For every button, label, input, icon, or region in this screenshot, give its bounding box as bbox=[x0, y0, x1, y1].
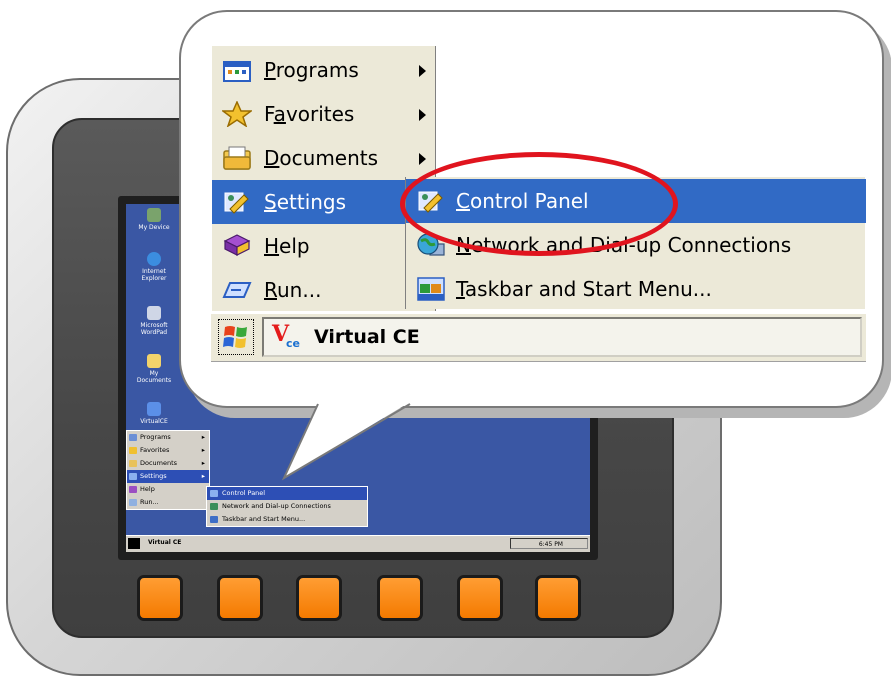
mini-menu-programs[interactable]: Programs ▸ bbox=[127, 431, 209, 444]
mini-start-button[interactable] bbox=[128, 538, 140, 549]
start-menu-item-documents[interactable]: Documents bbox=[212, 136, 436, 180]
desktop-icon-internet-explorer[interactable]: Internet Explorer bbox=[132, 252, 176, 282]
desktop-icon-wordpad[interactable]: Microsoft WordPad bbox=[132, 306, 176, 336]
mini-menu-help[interactable]: Help bbox=[127, 483, 209, 496]
start-menu-item-programs[interactable]: Programs bbox=[212, 48, 436, 92]
programs-icon bbox=[129, 434, 137, 441]
run-icon bbox=[129, 499, 137, 506]
mini-submenu-control-panel[interactable]: Control Panel bbox=[207, 487, 367, 500]
taskbar: V ce Virtual CE bbox=[211, 312, 866, 362]
hardware-button-3[interactable] bbox=[296, 575, 342, 621]
mini-submenu-taskbar[interactable]: Taskbar and Start Menu... bbox=[207, 513, 367, 526]
submenu-arrow-icon: ▸ bbox=[201, 433, 205, 441]
submenu-arrow-icon bbox=[419, 153, 426, 165]
network-globe-icon bbox=[210, 503, 218, 510]
help-book-icon bbox=[223, 234, 251, 256]
my-documents-icon bbox=[147, 354, 161, 368]
submenu-arrow-icon: ▸ bbox=[201, 446, 205, 454]
virtualce-icon bbox=[147, 402, 161, 416]
start-button[interactable] bbox=[218, 319, 254, 355]
hardware-button-6[interactable] bbox=[535, 575, 581, 621]
mini-system-tray: 6:45 PM bbox=[510, 538, 588, 549]
desktop-icon-my-device[interactable]: My Device bbox=[132, 208, 176, 231]
mini-menu-run[interactable]: Run... bbox=[127, 496, 209, 509]
mini-clock: 6:45 PM bbox=[538, 541, 563, 548]
mini-start-menu: Programs ▸ Favorites ▸ Documents ▸ Settings… bbox=[126, 430, 210, 510]
windows-flag-icon bbox=[223, 326, 247, 348]
taskbar-icon bbox=[210, 516, 218, 523]
favorites-star-icon bbox=[222, 101, 252, 127]
documents-icon bbox=[129, 460, 137, 467]
submenu-item-taskbar-start-menu[interactable]: Taskbar and Start Menu... bbox=[406, 267, 866, 311]
desktop-icon-virtualce[interactable]: VirtualCE bbox=[132, 402, 176, 425]
hardware-button-2[interactable] bbox=[217, 575, 263, 621]
settings-icon bbox=[129, 473, 137, 480]
wordpad-icon bbox=[147, 306, 161, 320]
taskbar-app-button[interactable]: V ce Virtual CE bbox=[262, 317, 862, 357]
programs-icon bbox=[223, 61, 251, 82]
hardware-button-1[interactable] bbox=[137, 575, 183, 621]
mini-menu-favorites[interactable]: Favorites ▸ bbox=[127, 444, 209, 457]
submenu-arrow-icon: ▸ bbox=[201, 459, 205, 467]
start-menu-item-help[interactable]: Help bbox=[212, 224, 436, 268]
submenu-arrow-icon bbox=[419, 65, 426, 77]
mini-taskbar: Virtual CE 6:45 PM bbox=[126, 535, 590, 552]
settings-icon bbox=[224, 192, 249, 214]
internet-explorer-icon bbox=[147, 252, 161, 266]
mini-submenu-network[interactable]: Network and Dial-up Connections bbox=[207, 500, 367, 513]
start-menu: Programs Favorites Documents Settings He… bbox=[211, 46, 436, 311]
highlight-ellipse bbox=[400, 152, 678, 256]
desktop-icon-my-documents[interactable]: My Documents bbox=[132, 354, 176, 384]
documents-icon bbox=[223, 146, 251, 170]
my-device-icon bbox=[147, 208, 161, 222]
mini-taskbar-title[interactable]: Virtual CE bbox=[148, 539, 181, 546]
mini-menu-documents[interactable]: Documents ▸ bbox=[127, 457, 209, 470]
favorites-star-icon bbox=[129, 447, 137, 454]
help-book-icon bbox=[129, 486, 137, 493]
start-menu-item-run[interactable]: Run... bbox=[212, 268, 436, 312]
taskbar-icon bbox=[417, 277, 445, 301]
taskbar-app-title: Virtual CE bbox=[314, 326, 420, 348]
mini-settings-submenu: Control Panel Network and Dial-up Connec… bbox=[206, 486, 368, 527]
submenu-arrow-icon: ▸ bbox=[201, 472, 205, 480]
run-icon bbox=[222, 282, 252, 298]
hardware-button-5[interactable] bbox=[457, 575, 503, 621]
mini-menu-settings[interactable]: Settings ▸ bbox=[127, 470, 209, 483]
control-panel-icon bbox=[210, 490, 218, 497]
submenu-arrow-icon bbox=[419, 109, 426, 121]
hardware-button-4[interactable] bbox=[377, 575, 423, 621]
start-menu-item-favorites[interactable]: Favorites bbox=[212, 92, 436, 136]
